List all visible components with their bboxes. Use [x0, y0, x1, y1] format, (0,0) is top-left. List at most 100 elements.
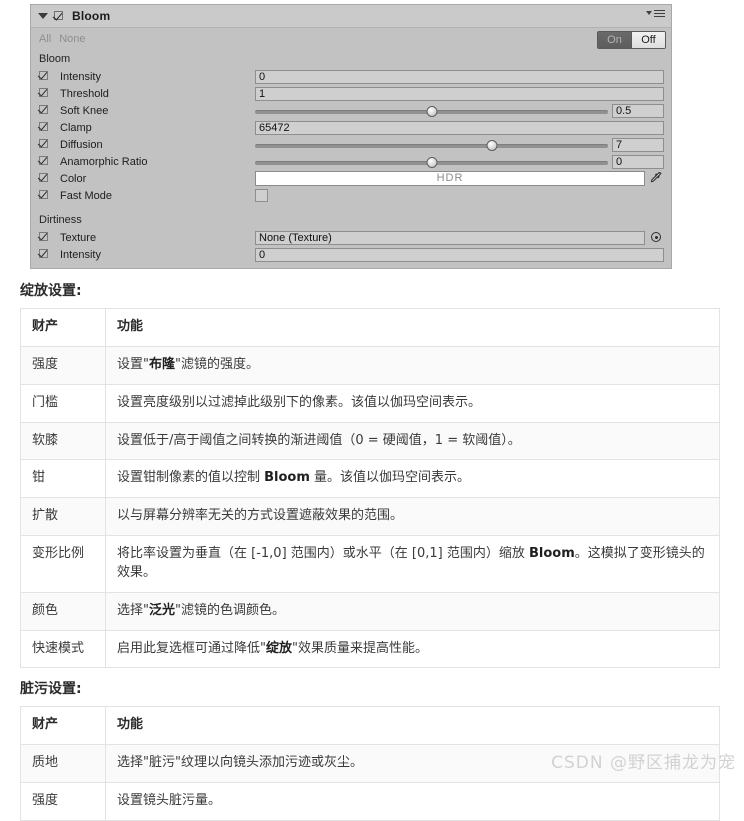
property-label: Threshold [60, 87, 109, 100]
cell-property: 钳 [20, 459, 106, 499]
cell-function: 启用此复选框可通过降低"绽放"效果质量来提高性能。 [105, 629, 720, 669]
property-label: Diffusion [60, 138, 103, 151]
override-checkbox-dirt-intensity[interactable] [39, 249, 50, 260]
triangle-down-icon[interactable] [38, 13, 48, 19]
color-swatch-field[interactable]: HDR [255, 171, 645, 186]
table-row: 颜色 选择"泛光"滤镜的色调颜色。 [20, 591, 720, 631]
cell-function: 设置"布隆"滤镜的强度。 [105, 345, 720, 385]
dirt-intensity-input[interactable]: 0 [255, 247, 664, 262]
context-menu-icon[interactable] [646, 10, 665, 19]
table-row: 软膝 设置低于/高于阈值之间转换的渐进阈值（0 = 硬阈值，1 = 软阈值）。 [20, 421, 720, 461]
property-row-diffusion[interactable]: Diffusion 7 [31, 136, 671, 153]
diffusion-value[interactable]: 7 [612, 137, 664, 152]
property-row-dirt-intensity[interactable]: Intensity 0 [31, 246, 671, 263]
toggle-off-button[interactable]: Off [632, 32, 665, 48]
panel-bottom-padding [31, 263, 671, 268]
property-label: Color [60, 172, 87, 185]
cell-property: 扩散 [20, 497, 106, 537]
slider-knob[interactable] [426, 105, 437, 117]
table-row: 扩散 以与屏幕分辨率无关的方式设置遮蔽效果的范围。 [20, 497, 720, 537]
property-row-soft-knee[interactable]: Soft Knee 0.5 [31, 102, 671, 119]
fast-mode-checkbox[interactable] [255, 189, 268, 202]
column-header-property: 财产 [20, 308, 106, 347]
cell-function: 设置镜头脏污量。 [105, 782, 720, 821]
clamp-input[interactable]: 65472 [255, 120, 664, 135]
inspector-header[interactable]: Bloom [31, 5, 671, 28]
property-label: Texture [60, 231, 97, 244]
bloom-inspector-panel: Bloom All None On Off Bloom Intensity 0 T… [30, 4, 672, 269]
cell-function: 以与屏幕分辨率无关的方式设置遮蔽效果的范围。 [105, 497, 720, 537]
select-all-link[interactable]: All [39, 33, 51, 45]
override-checkbox-diffusion[interactable] [39, 139, 50, 150]
cell-function: 设置低于/高于阈值之间转换的渐进阈值（0 = 硬阈值，1 = 软阈值）。 [105, 421, 720, 461]
cell-function: 设置钳制像素的值以控制 Bloom 量。该值以伽玛空间表示。 [105, 459, 720, 499]
cell-property: 强度 [20, 782, 106, 821]
diffusion-slider[interactable] [255, 138, 608, 152]
property-row-intensity[interactable]: Intensity 0 [31, 68, 671, 85]
slider-track [255, 143, 608, 148]
cell-property: 门槛 [20, 383, 106, 423]
cell-function: 设置亮度级别以过滤掉此级别下的像素。该值以伽玛空间表示。 [105, 383, 720, 423]
bloom-settings-table: 财产 功能 强度 设置"布隆"滤镜的强度。 门槛 设置亮度级别以过滤掉此级别下的像素。… [20, 308, 720, 669]
property-row-threshold[interactable]: Threshold 1 [31, 85, 671, 102]
column-header-function: 功能 [105, 308, 720, 347]
on-off-toggle[interactable]: On Off [597, 31, 666, 49]
texture-object-field[interactable]: None (Texture) [255, 230, 645, 245]
column-header-function: 功能 [105, 706, 720, 746]
quick-select-bar: All None On Off [31, 28, 671, 50]
property-label: Intensity [60, 248, 101, 261]
anamorphic-ratio-value[interactable]: 0 [612, 154, 664, 169]
cell-property: 质地 [20, 744, 106, 784]
table-row: 钳设置钳制像素的值以控制 Bloom 量。该值以伽玛空间表示。 [20, 459, 720, 499]
bloom-enable-checkbox[interactable] [54, 10, 65, 22]
cell-function: 将比率设置为垂直（在 [-1,0] 范围内）或水平（在 [0,1] 范围内）缩放… [105, 535, 720, 593]
bloom-settings-heading: 绽放设置: [20, 283, 82, 299]
page-title: Bloom [72, 9, 111, 23]
cell-property: 颜色 [20, 591, 106, 631]
soft-knee-value[interactable]: 0.5 [612, 103, 664, 118]
cell-property: 变形比例 [20, 535, 106, 593]
anamorphic-ratio-slider[interactable] [255, 155, 608, 169]
table-row: 强度 设置镜头脏污量。 [20, 782, 720, 821]
eyedropper-icon[interactable] [649, 171, 664, 186]
toggle-on-button[interactable]: On [598, 32, 632, 48]
override-checkbox-intensity[interactable] [39, 71, 50, 82]
property-row-fast-mode[interactable]: Fast Mode [31, 187, 671, 204]
table-row: 门槛 设置亮度级别以过滤掉此级别下的像素。该值以伽玛空间表示。 [20, 383, 720, 423]
intensity-input[interactable]: 0 [255, 69, 664, 84]
property-row-clamp[interactable]: Clamp 65472 [31, 119, 671, 136]
cell-property: 软膝 [20, 421, 106, 461]
section-label-bloom: Bloom [39, 53, 71, 65]
cell-function: 选择"泛光"滤镜的色调颜色。 [105, 591, 720, 631]
override-checkbox-fast-mode[interactable] [39, 190, 50, 201]
column-header-property: 财产 [20, 706, 106, 746]
documentation-area: 绽放设置: 财产 功能 强度 设置"布隆"滤镜的强度。 门槛 设置亮度级别以过滤掉此级… [0, 270, 744, 821]
soft-knee-slider[interactable] [255, 104, 608, 118]
object-picker-icon[interactable] [650, 231, 664, 245]
threshold-input[interactable]: 1 [255, 86, 664, 101]
cell-property: 快速模式 [20, 629, 106, 669]
property-row-anamorphic-ratio[interactable]: Anamorphic Ratio 0 [31, 153, 671, 170]
slider-knob[interactable] [426, 156, 437, 168]
table-header-row: 财产 功能 [20, 308, 720, 347]
section-label-dirtiness: Dirtiness [39, 214, 82, 226]
property-label: Fast Mode [60, 189, 112, 202]
override-checkbox-texture[interactable] [39, 232, 50, 243]
override-checkbox-clamp[interactable] [39, 122, 50, 133]
slider-knob[interactable] [486, 139, 497, 151]
property-row-color[interactable]: Color HDR [31, 170, 671, 187]
table-row: 快速模式 启用此复选框可通过降低"绽放"效果质量来提高性能。 [20, 629, 720, 669]
property-label: Intensity [60, 70, 101, 83]
property-label: Anamorphic Ratio [60, 155, 148, 168]
cell-property: 强度 [20, 345, 106, 385]
override-checkbox-soft-knee[interactable] [39, 105, 50, 116]
override-checkbox-anamorphic-ratio[interactable] [39, 156, 50, 167]
property-row-texture[interactable]: Texture None (Texture) [31, 229, 671, 246]
select-none-link[interactable]: None [59, 33, 85, 45]
override-checkbox-color[interactable] [39, 173, 50, 184]
dirt-settings-heading: 脏污设置: [20, 681, 82, 698]
property-label: Soft Knee [60, 104, 109, 117]
property-label: Clamp [60, 121, 92, 134]
override-checkbox-threshold[interactable] [39, 88, 50, 99]
